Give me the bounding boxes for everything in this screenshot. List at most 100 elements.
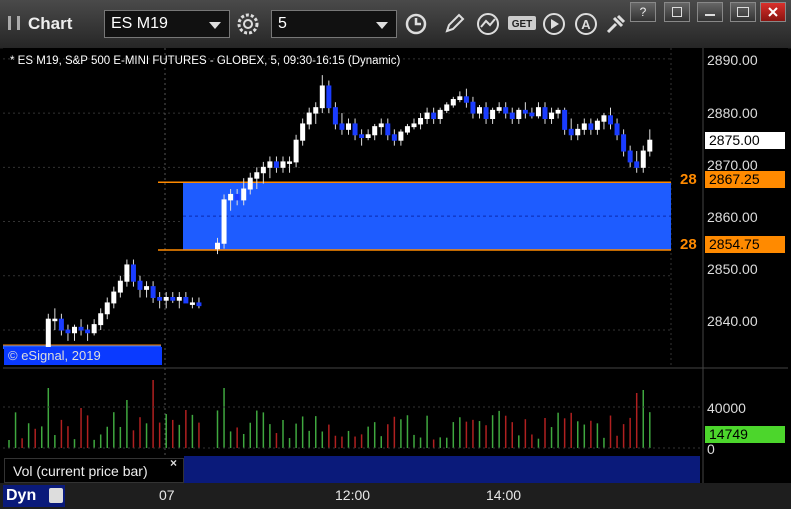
candle-body [437,109,443,120]
minimize-button[interactable] [697,2,723,22]
candle-body [496,107,502,111]
candle-body [522,109,528,114]
maximize-button[interactable] [730,2,756,22]
indicator-icon[interactable] [474,10,502,38]
zone-top-left-label: 28 [680,171,697,188]
candle-body [503,107,509,114]
candle-body [483,107,489,120]
volume-axis-label: 0 [707,441,715,457]
candle-body [549,112,555,120]
maximize-icon [737,7,749,17]
lock-icon[interactable] [49,488,63,503]
candle-body [378,123,384,128]
candle-body [221,199,227,244]
candle-body [391,134,397,141]
candle-body [542,107,548,120]
get-icon[interactable]: GET [506,10,540,38]
candle-body [287,161,293,164]
minimize-icon [705,14,715,16]
candle-body [215,242,220,250]
pencil-icon[interactable] [440,10,468,38]
symbol-value: ES M19 [111,15,168,32]
candle-body [470,101,476,114]
candle-body [490,109,496,120]
candle-body [568,128,574,136]
candle-body [280,161,286,168]
bottom-bar: Dyn 07 12:00 14:00 [0,483,791,509]
chevron-down-icon[interactable] [376,22,388,29]
restore-button[interactable] [664,2,690,22]
candle-body [65,329,71,334]
candle-body [150,286,156,298]
candle-body [555,109,561,114]
window-title: Chart [28,14,73,33]
candle-body [260,166,266,174]
mode-button[interactable]: Dyn [3,485,65,507]
link-icon[interactable] [602,10,630,38]
candle-body [457,96,463,101]
candle-body [293,139,299,163]
candle-body [137,280,143,290]
price-axis-label: 2880.00 [707,105,758,121]
title-bar[interactable]: Chart ES M19 5 GET A ? [0,0,791,49]
interval-combo[interactable]: 5 [271,10,397,38]
svg-text:GET: GET [512,19,533,30]
candle-body [346,123,351,130]
candle-body [313,107,319,114]
candle-body [431,112,437,120]
clock-icon[interactable] [402,10,430,38]
volume-study-label[interactable]: Vol (current price bar) [4,458,184,483]
chevron-down-icon[interactable] [209,22,221,29]
candle-body [640,150,646,168]
svg-text:A: A [581,17,591,32]
volume-axis-label: 40000 [707,400,746,416]
candle-body [183,296,189,304]
candle-body [581,123,587,130]
candle-body [614,123,620,136]
chart-window: Chart ES M19 5 GET A ? * ES M19, S&P 500… [0,0,791,509]
candle-body [144,286,150,290]
help-button[interactable]: ? [630,2,656,22]
candle-body [189,302,195,305]
zone-bottom-price-tag: 2854.75 [705,236,785,253]
zone-bottom-left-label: 28 [680,236,697,253]
candle-body [398,131,404,141]
candle-body [326,85,332,109]
candle-body [477,107,482,114]
candle-body [72,326,77,334]
close-button[interactable] [760,2,786,22]
zone-top-price-tag: 2867.25 [705,171,785,188]
candle-body [247,177,253,190]
chart-panel[interactable] [3,48,788,483]
candle-body [234,193,240,201]
candle-body [300,123,306,141]
candle-body [124,264,130,282]
candle-body [339,123,345,130]
candle-body [85,329,91,334]
time-axis-label: 07 [159,487,175,503]
candle-body [365,134,371,138]
volume-last-tag: 14749 [705,426,785,443]
volume-close-icon[interactable]: × [170,456,177,470]
price-chart[interactable] [3,48,788,483]
settings-icon[interactable] [234,10,262,38]
candle-body [130,264,136,282]
candle-body [516,109,522,120]
play-icon[interactable] [540,10,568,38]
close-icon [768,7,778,17]
restore-icon [672,7,682,17]
copyright-label: © eSignal, 2019 [4,347,162,365]
candle-body [319,85,325,109]
price-axis-label: 2890.00 [707,52,758,68]
drag-grip-icon[interactable] [8,16,20,30]
candle-body [601,115,607,122]
candle-body [529,112,535,117]
symbol-combo[interactable]: ES M19 [104,10,230,38]
candle-body [58,318,64,331]
candle-body [424,112,430,120]
mode-label: Dyn [6,487,37,504]
candle-body [621,134,627,152]
time-axis-label: 14:00 [486,487,522,503]
alert-icon[interactable]: A [572,10,600,38]
candle-body [608,115,613,125]
